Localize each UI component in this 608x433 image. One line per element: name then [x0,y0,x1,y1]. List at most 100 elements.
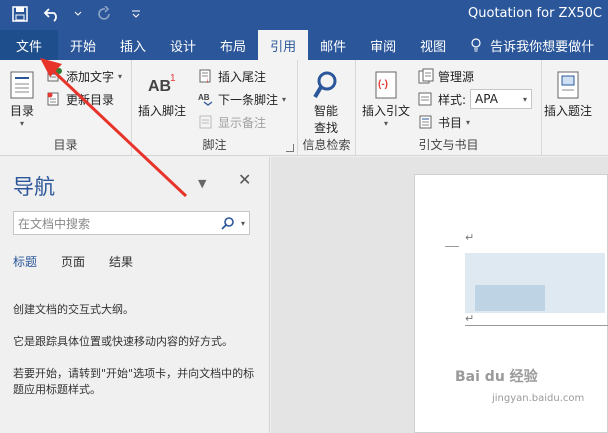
show-notes-button[interactable]: 显示备注 [198,112,266,132]
search-icon[interactable] [221,216,235,230]
bibliography-label: 书目 [438,115,463,130]
tab-design[interactable]: 设计 [158,30,208,60]
bibliography-button[interactable]: 书目 ▾ [418,112,470,132]
svg-text:AB: AB [198,93,210,102]
smart-lookup-button[interactable]: 智能 查找 [310,68,342,136]
svg-text:i: i [207,79,208,84]
chevron-down-icon[interactable]: ▾ [241,219,245,228]
research-group: 智能 查找 信息检索 [298,60,356,156]
svg-text:1: 1 [170,73,176,84]
ribbon-tabs: 文件 开始 插入 设计 布局 引用 邮件 审阅 视图 告诉我你想要做什 [0,30,608,60]
update-toc-button[interactable]: 更新目录 [46,89,114,109]
nav-tabs: 标题 页面 结果 [13,253,133,270]
insert-citation-label: 插入引文 [362,104,411,118]
window-title: Quotation for ZX50C [468,6,602,21]
search-input[interactable]: 在文档中搜索 ▾ [13,211,250,235]
tab-review[interactable]: 审阅 [358,30,408,60]
quick-access-toolbar [10,4,146,24]
blurred-content [475,285,545,311]
svg-text:(-): (-) [378,79,388,90]
nav-help-line-3: 若要开始，请转到"开始"选项卡，并向文档中的标题应用标题样式。 [13,367,255,396]
tab-mailings[interactable]: 邮件 [308,30,358,60]
next-footnote-button[interactable]: AB 下一条脚注 ▾ [198,89,286,109]
watermark-text: Bai du 经验 [455,369,538,385]
navigation-pane: 导航 ▼ ✕ 在文档中搜索 ▾ 标题 页面 结果 创建文档的交互式大纲。 它是跟… [0,157,270,433]
insert-caption-label: 插入题注 [544,104,593,118]
next-footnote-label: 下一条脚注 [218,92,279,107]
insert-caption-button[interactable]: 插入题注 [544,68,592,119]
tell-me-box[interactable]: 告诉我你想要做什 [458,30,606,60]
show-notes-label: 显示备注 [218,115,267,130]
paragraph-mark: ↵ [465,312,475,325]
lightbulb-icon [471,38,481,52]
undo-icon[interactable] [42,4,62,24]
margin-marker [445,246,459,247]
svg-text:AB: AB [148,78,171,95]
smart-lookup-label: 智能 [313,104,338,118]
customize-qat-icon[interactable] [126,4,146,24]
tab-view[interactable]: 视图 [408,30,458,60]
toc-group: 目录 ▾ 添加文字 ▾ 更新目录 目录 [0,60,132,156]
insert-footnote-label: 插入脚注 [138,104,187,118]
search-placeholder: 在文档中搜索 [18,216,91,231]
bibliography-icon [419,115,432,129]
nav-pane-title: 导航 [13,175,55,199]
next-footnote-icon: AB [198,93,213,106]
add-text-label: 添加文字 [66,69,115,84]
chevron-down-icon: ▾ [19,119,24,128]
tab-references[interactable]: 引用 [258,30,309,60]
footnote-dialog-launcher-icon[interactable] [286,144,294,152]
tab-headings[interactable]: 标题 [13,253,37,270]
footnote-group-label: 脚注 [202,138,227,152]
style-dropdown[interactable]: APA ▾ [470,89,533,109]
smart-lookup-label-2: 查找 [313,121,338,135]
tab-file[interactable]: 文件 [0,30,58,60]
close-icon[interactable]: ✕ [238,170,251,189]
title-bar: Quotation for ZX50C [0,0,608,30]
research-group-label: 信息检索 [302,138,351,152]
nav-help-line-1: 创建文档的交互式大纲。 [13,303,134,316]
footnote-group: AB 1 插入脚注 i 插入尾注 AB 下一条脚注 ▾ 显示备注 脚注 [132,60,298,156]
insert-endnote-label: 插入尾注 [218,69,267,84]
toc-button[interactable]: 目录 ▾ [6,68,38,128]
manage-sources-button[interactable]: 管理源 [418,66,474,86]
style-label: 样式: [438,92,467,107]
add-text-button[interactable]: 添加文字 ▾ [46,66,122,86]
tab-results[interactable]: 结果 [109,253,133,270]
citation-group: (-) 插入引文 ▾ 管理源 样式: APA ▾ 书目 ▾ 引文与书目 [356,60,542,156]
document-area[interactable]: ↵ ↵ [271,157,608,433]
ribbon: 目录 ▾ 添加文字 ▾ 更新目录 目录 AB 1 插入脚注 i 插入尾注 AB 下… [0,60,608,156]
chevron-down-icon: ▾ [118,71,123,81]
citation-group-label: 引文与书目 [418,138,479,152]
tab-pages[interactable]: 页面 [61,253,85,270]
chevron-down-icon: ▾ [466,117,471,127]
save-icon[interactable] [10,4,30,24]
tell-me-label: 告诉我你想要做什 [490,39,595,55]
redo-icon[interactable] [94,4,114,24]
chevron-down-icon: ▾ [282,94,287,104]
paragraph-mark: ↵ [465,231,475,244]
toc-icon [6,68,38,102]
watermark-url: jingyan.baidu.com [492,393,585,404]
undo-dropdown-icon[interactable] [74,4,82,24]
update-toc-label: 更新目录 [66,92,115,107]
tab-layout[interactable]: 布局 [208,30,258,60]
footnote-icon: AB 1 [146,68,178,102]
toc-group-label: 目录 [53,138,78,152]
citation-icon: (-) [370,68,402,102]
tab-insert[interactable]: 插入 [108,30,158,60]
caption-group: 插入题注 [542,60,608,156]
search-icon [310,68,342,102]
chevron-down-icon: ▾ [384,119,389,128]
nav-help-line-2: 它是跟踪具体位置或快速移动内容的好方式。 [13,335,233,348]
chevron-down-icon: ▾ [523,94,528,104]
manage-sources-label: 管理源 [438,69,475,84]
style-value: APA [475,92,498,106]
table-rule [465,325,608,326]
insert-citation-button[interactable]: (-) 插入引文 ▾ [362,68,410,128]
insert-endnote-button[interactable]: i 插入尾注 [198,66,266,86]
toc-button-label: 目录 [9,104,34,118]
tab-home[interactable]: 开始 [58,30,108,60]
nav-pane-menu-icon[interactable]: ▼ [198,177,206,190]
insert-footnote-button[interactable]: AB 1 插入脚注 [138,68,186,119]
